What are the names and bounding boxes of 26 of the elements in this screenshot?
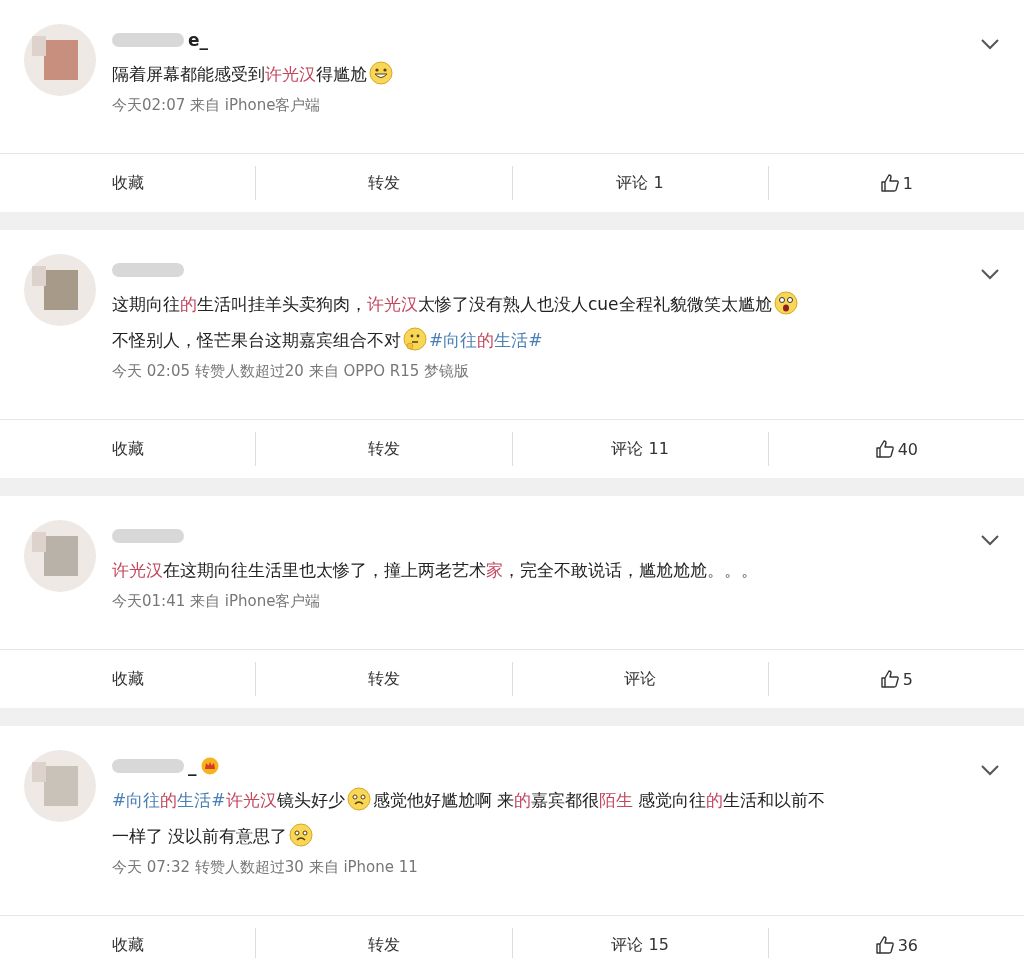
post-meta: 今天 07:32 转赞人数超过30 来自 iPhone 11 [112,858,419,877]
blurred-name [112,759,184,773]
thumbs-up-icon [874,935,895,955]
user-name[interactable]: _ [188,756,197,776]
blurred-name [112,529,184,543]
chevron-down-icon[interactable] [980,38,1000,50]
chevron-down-icon[interactable] [980,764,1000,776]
post-text: 一样了 没以前有意思了 [112,818,980,854]
post-text: 许光汉在这期向往生活里也太惨了，撞上两老艺术家，完全不敢说话，尴尬尬尬。。。 [112,559,759,582]
avatar[interactable] [24,24,96,96]
post-meta: 今天01:41 来自 iPhone客户端 [112,592,322,611]
post-meta: 今天02:07 来自 iPhone客户端 [112,96,322,115]
post-meta: 今天 02:05 转赞人数超过20 来自 OPPO R15 梦镜版 [112,362,471,381]
avatar[interactable] [24,254,96,326]
blurred-name [112,263,184,277]
chevron-down-icon[interactable] [980,268,1000,280]
post-text: 这期向往的生活叫挂羊头卖狗肉，许光汉太惨了没有熟人也没人cue全程礼貌微笑太尴尬 [112,286,980,322]
post-text: #向往的生活#许光汉镜头好少 感觉他好尴尬啊 来的嘉宾都很陌生 感觉向往的生活和以前不 [112,782,980,818]
post-text: 不怪别人，怪芒果台这期嘉宾组合不对 #向往的生活# [112,322,980,358]
post-text: 隔着屏幕都能感受到许光汉得尴尬 [112,56,980,92]
thumbs-up-icon [879,173,900,193]
thumbs-up-icon [879,669,900,689]
thumbs-up-icon [874,439,895,459]
blurred-name [112,33,184,47]
chevron-down-icon[interactable] [980,534,1000,546]
user-name[interactable]: e_ [188,30,209,50]
